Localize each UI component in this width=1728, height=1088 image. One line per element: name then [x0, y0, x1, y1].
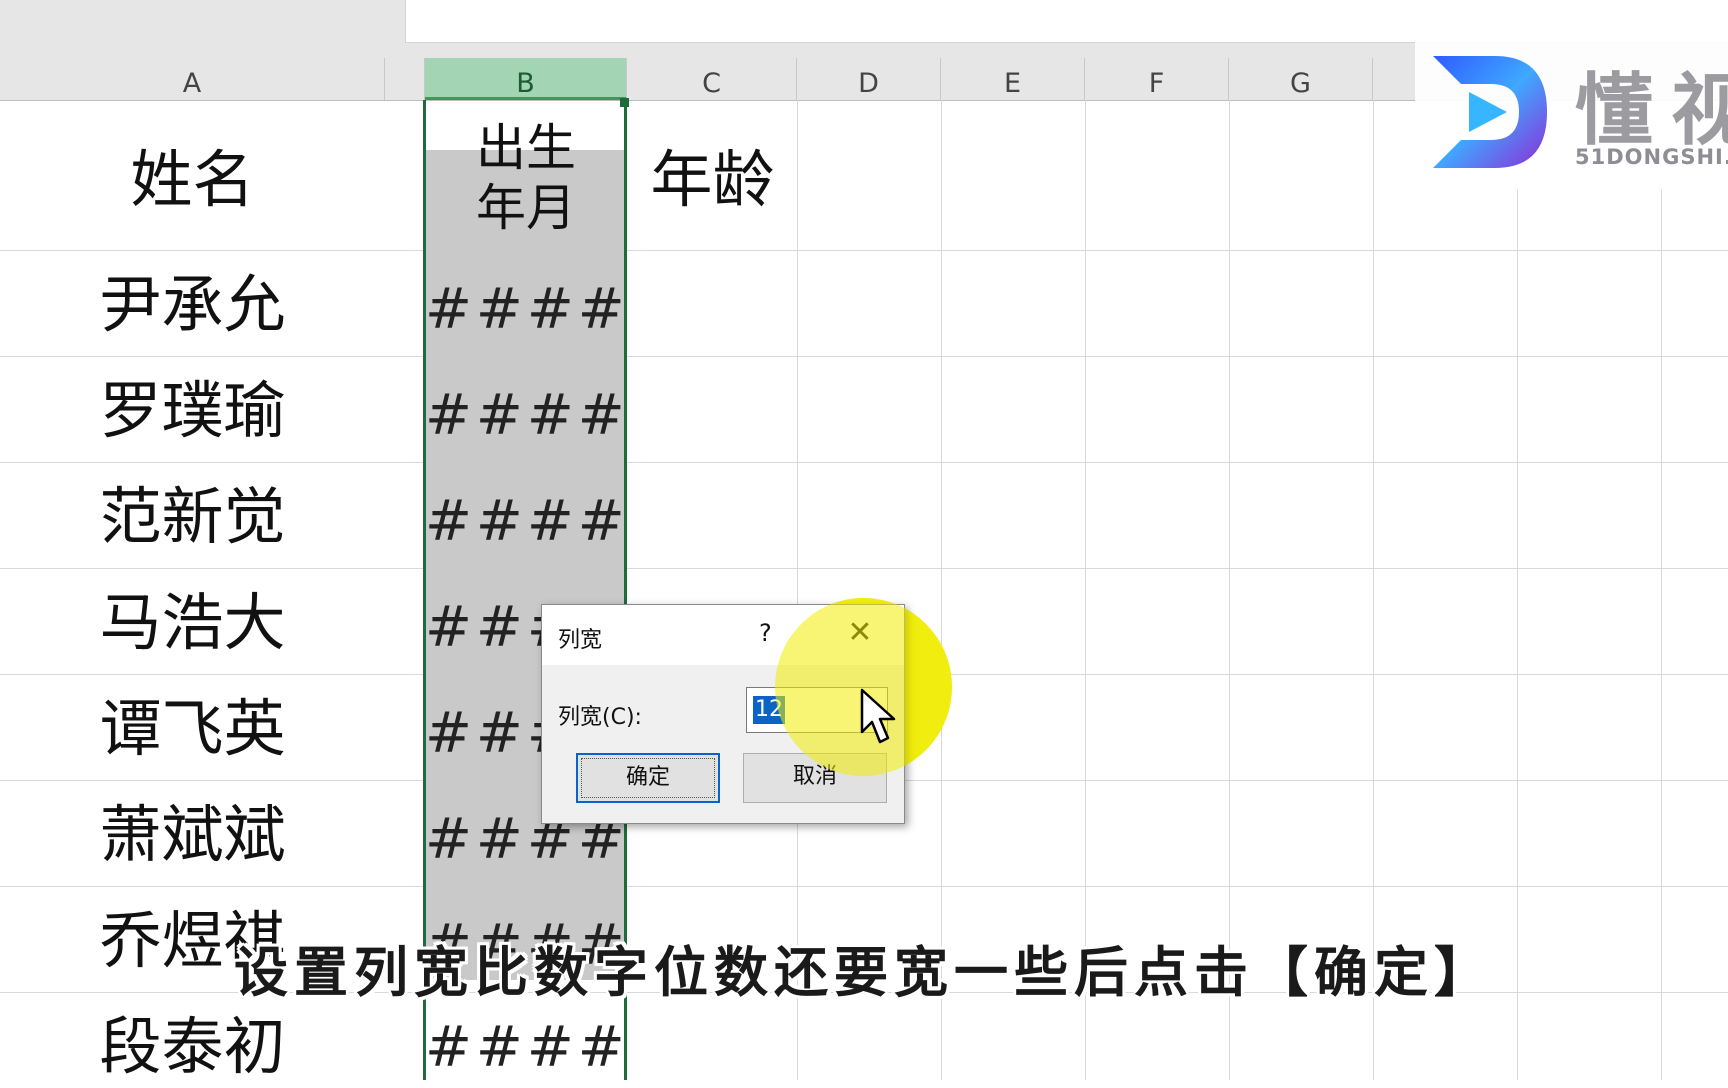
cell-header-birth[interactable]: 出生 年月 [425, 118, 627, 238]
column-width-dialog: 列宽 ? ✕ 列宽(C): 12 确定 取消 [541, 604, 905, 824]
cell-name[interactable]: 萧斌斌 [0, 795, 385, 875]
column-header-e[interactable]: E [941, 58, 1085, 100]
close-icon[interactable]: ✕ [842, 615, 878, 651]
mouse-pointer-icon [860, 688, 896, 744]
cell-header-name[interactable]: 姓名 [0, 140, 385, 220]
column-header-f[interactable]: F [1085, 58, 1229, 100]
dialog-titlebar[interactable]: 列宽 ? ✕ [542, 605, 904, 665]
cell-birth[interactable]: #### [425, 1008, 627, 1088]
brand-logo: 懂视 51DONGSHI.COM [1415, 40, 1728, 190]
column-width-value: 12 [753, 696, 785, 724]
cell-birth[interactable]: #### [425, 270, 627, 350]
column-header-b[interactable]: B [425, 58, 627, 100]
cell-name[interactable]: 尹承允 [0, 265, 385, 345]
logo-subtext: 51DONGSHI.COM [1575, 145, 1728, 169]
gridline [0, 886, 1728, 887]
cell-header-age[interactable]: 年龄 [630, 140, 795, 220]
logo-text: 懂视 [1575, 66, 1728, 156]
cell-name[interactable]: 段泰初 [0, 1007, 385, 1087]
focus-ring [581, 758, 715, 798]
cell-birth[interactable]: #### [425, 376, 627, 456]
help-button[interactable]: ? [759, 619, 772, 647]
play-logo-icon [1433, 56, 1547, 168]
ok-button[interactable]: 确定 [576, 753, 720, 803]
column-header-g[interactable]: G [1229, 58, 1373, 100]
cancel-button-label: 取消 [792, 764, 837, 789]
column-header-gap [385, 58, 425, 100]
cell-name[interactable]: 谭飞英 [0, 689, 385, 769]
gridline [0, 356, 1728, 357]
column-header-a[interactable]: A [0, 58, 385, 100]
cell-header-birth-line1: 出生 [476, 119, 576, 177]
dialog-title: 列宽 [558, 628, 603, 653]
formula-bar[interactable] [405, 0, 1728, 43]
cell-name[interactable]: 罗璞瑜 [0, 371, 385, 451]
fill-handle[interactable] [620, 98, 629, 107]
column-header-c[interactable]: C [627, 58, 797, 100]
gridline [0, 250, 1728, 251]
cell-name[interactable]: 范新觉 [0, 477, 385, 557]
gridline [0, 568, 1728, 569]
cell-name[interactable]: 马浩大 [0, 583, 385, 663]
cancel-button[interactable]: 取消 [743, 753, 887, 803]
column-header-d[interactable]: D [797, 58, 941, 100]
column-width-label: 列宽(C): [558, 705, 642, 730]
cell-birth[interactable]: #### [425, 482, 627, 562]
cell-header-birth-line2: 年月 [476, 179, 576, 237]
gridline [0, 462, 1728, 463]
video-subtitle: 设置列宽比数字位数还要宽一些后点击【确定】 [234, 941, 1494, 1004]
